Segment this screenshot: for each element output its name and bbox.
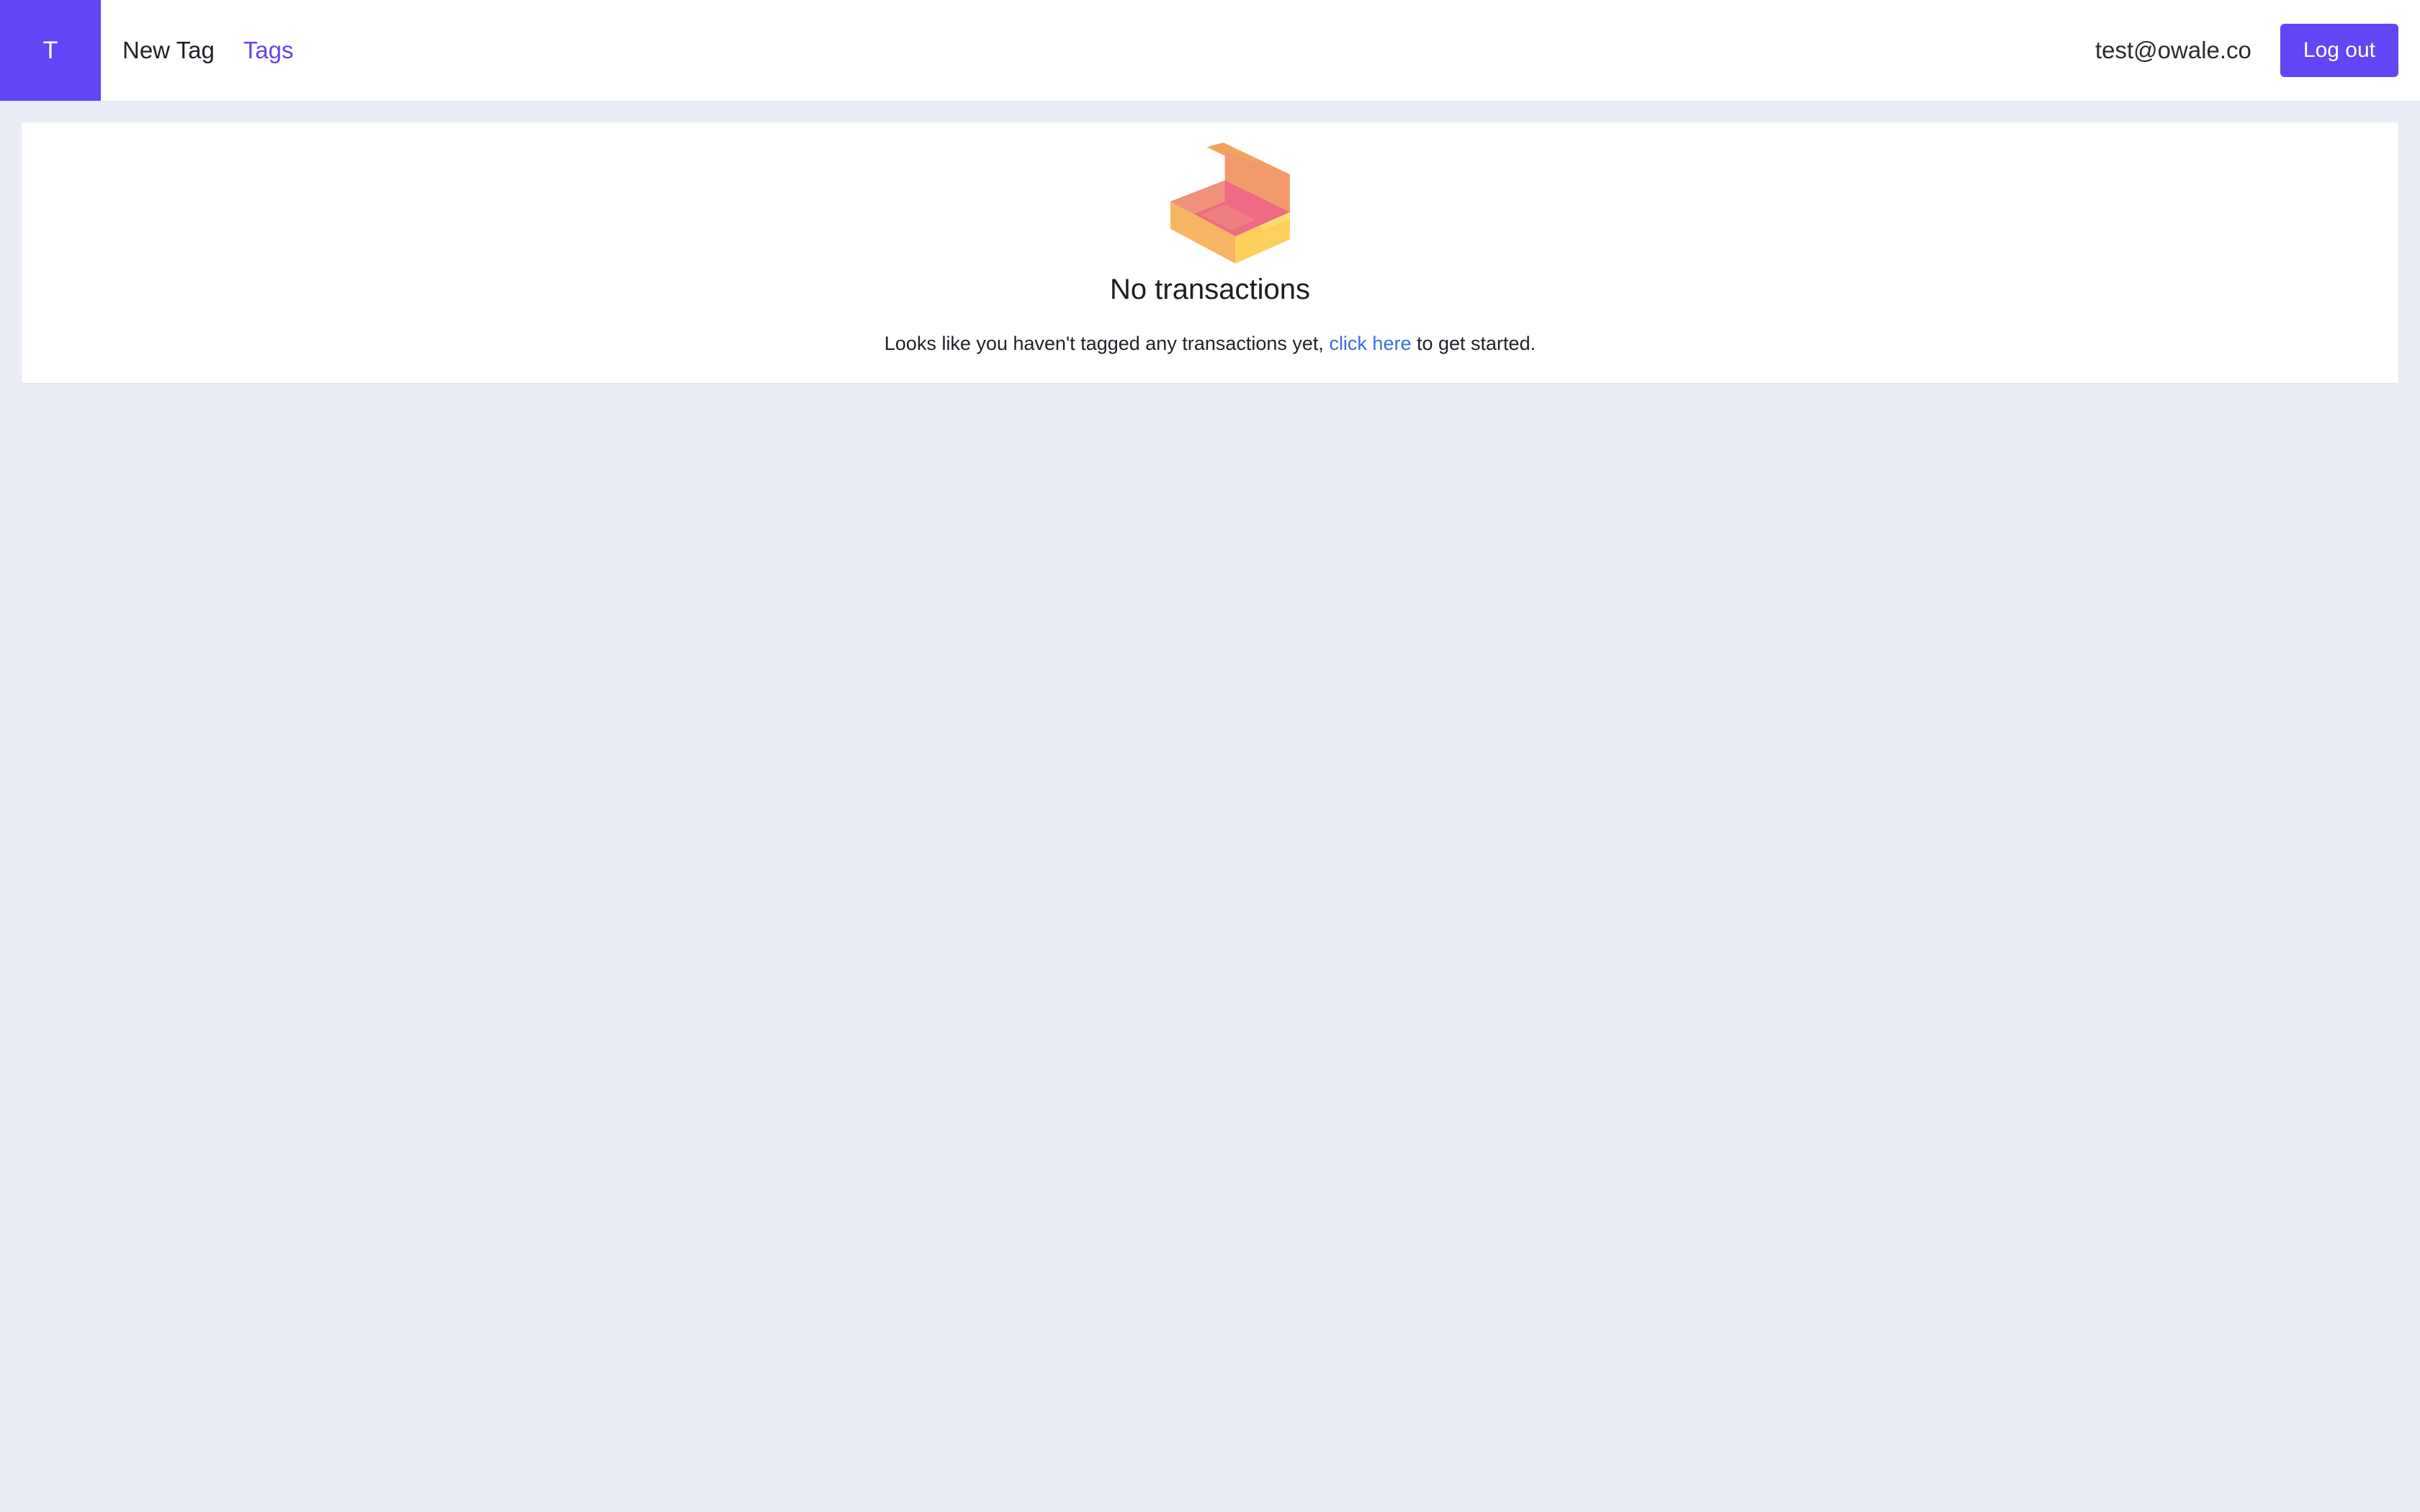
nav-item-tags[interactable]: Tags — [243, 37, 294, 64]
user-email: test@owale.co — [2094, 37, 2251, 63]
main-nav: New Tag Tags — [122, 0, 294, 101]
empty-state-message-after: to get started. — [1411, 333, 1536, 354]
top-navbar: T New Tag Tags test@owale.co Log out — [0, 0, 2420, 101]
empty-state-message: Looks like you haven't tagged any transa… — [22, 333, 2398, 355]
logout-button[interactable]: Log out — [2280, 24, 2398, 77]
empty-state-title: No transactions — [1110, 274, 1310, 305]
empty-state-message-before: Looks like you haven't tagged any transa… — [884, 333, 1330, 354]
get-started-link[interactable]: click here — [1329, 333, 1411, 354]
app-logo[interactable]: T — [0, 0, 101, 101]
empty-state-card: No transactions Looks like you haven't t… — [22, 122, 2398, 383]
open-box-icon — [1170, 143, 1290, 264]
user-area: test@owale.co Log out — [2095, 0, 2398, 101]
logo-letter: T — [42, 36, 58, 64]
nav-item-new-tag[interactable]: New Tag — [122, 37, 215, 64]
